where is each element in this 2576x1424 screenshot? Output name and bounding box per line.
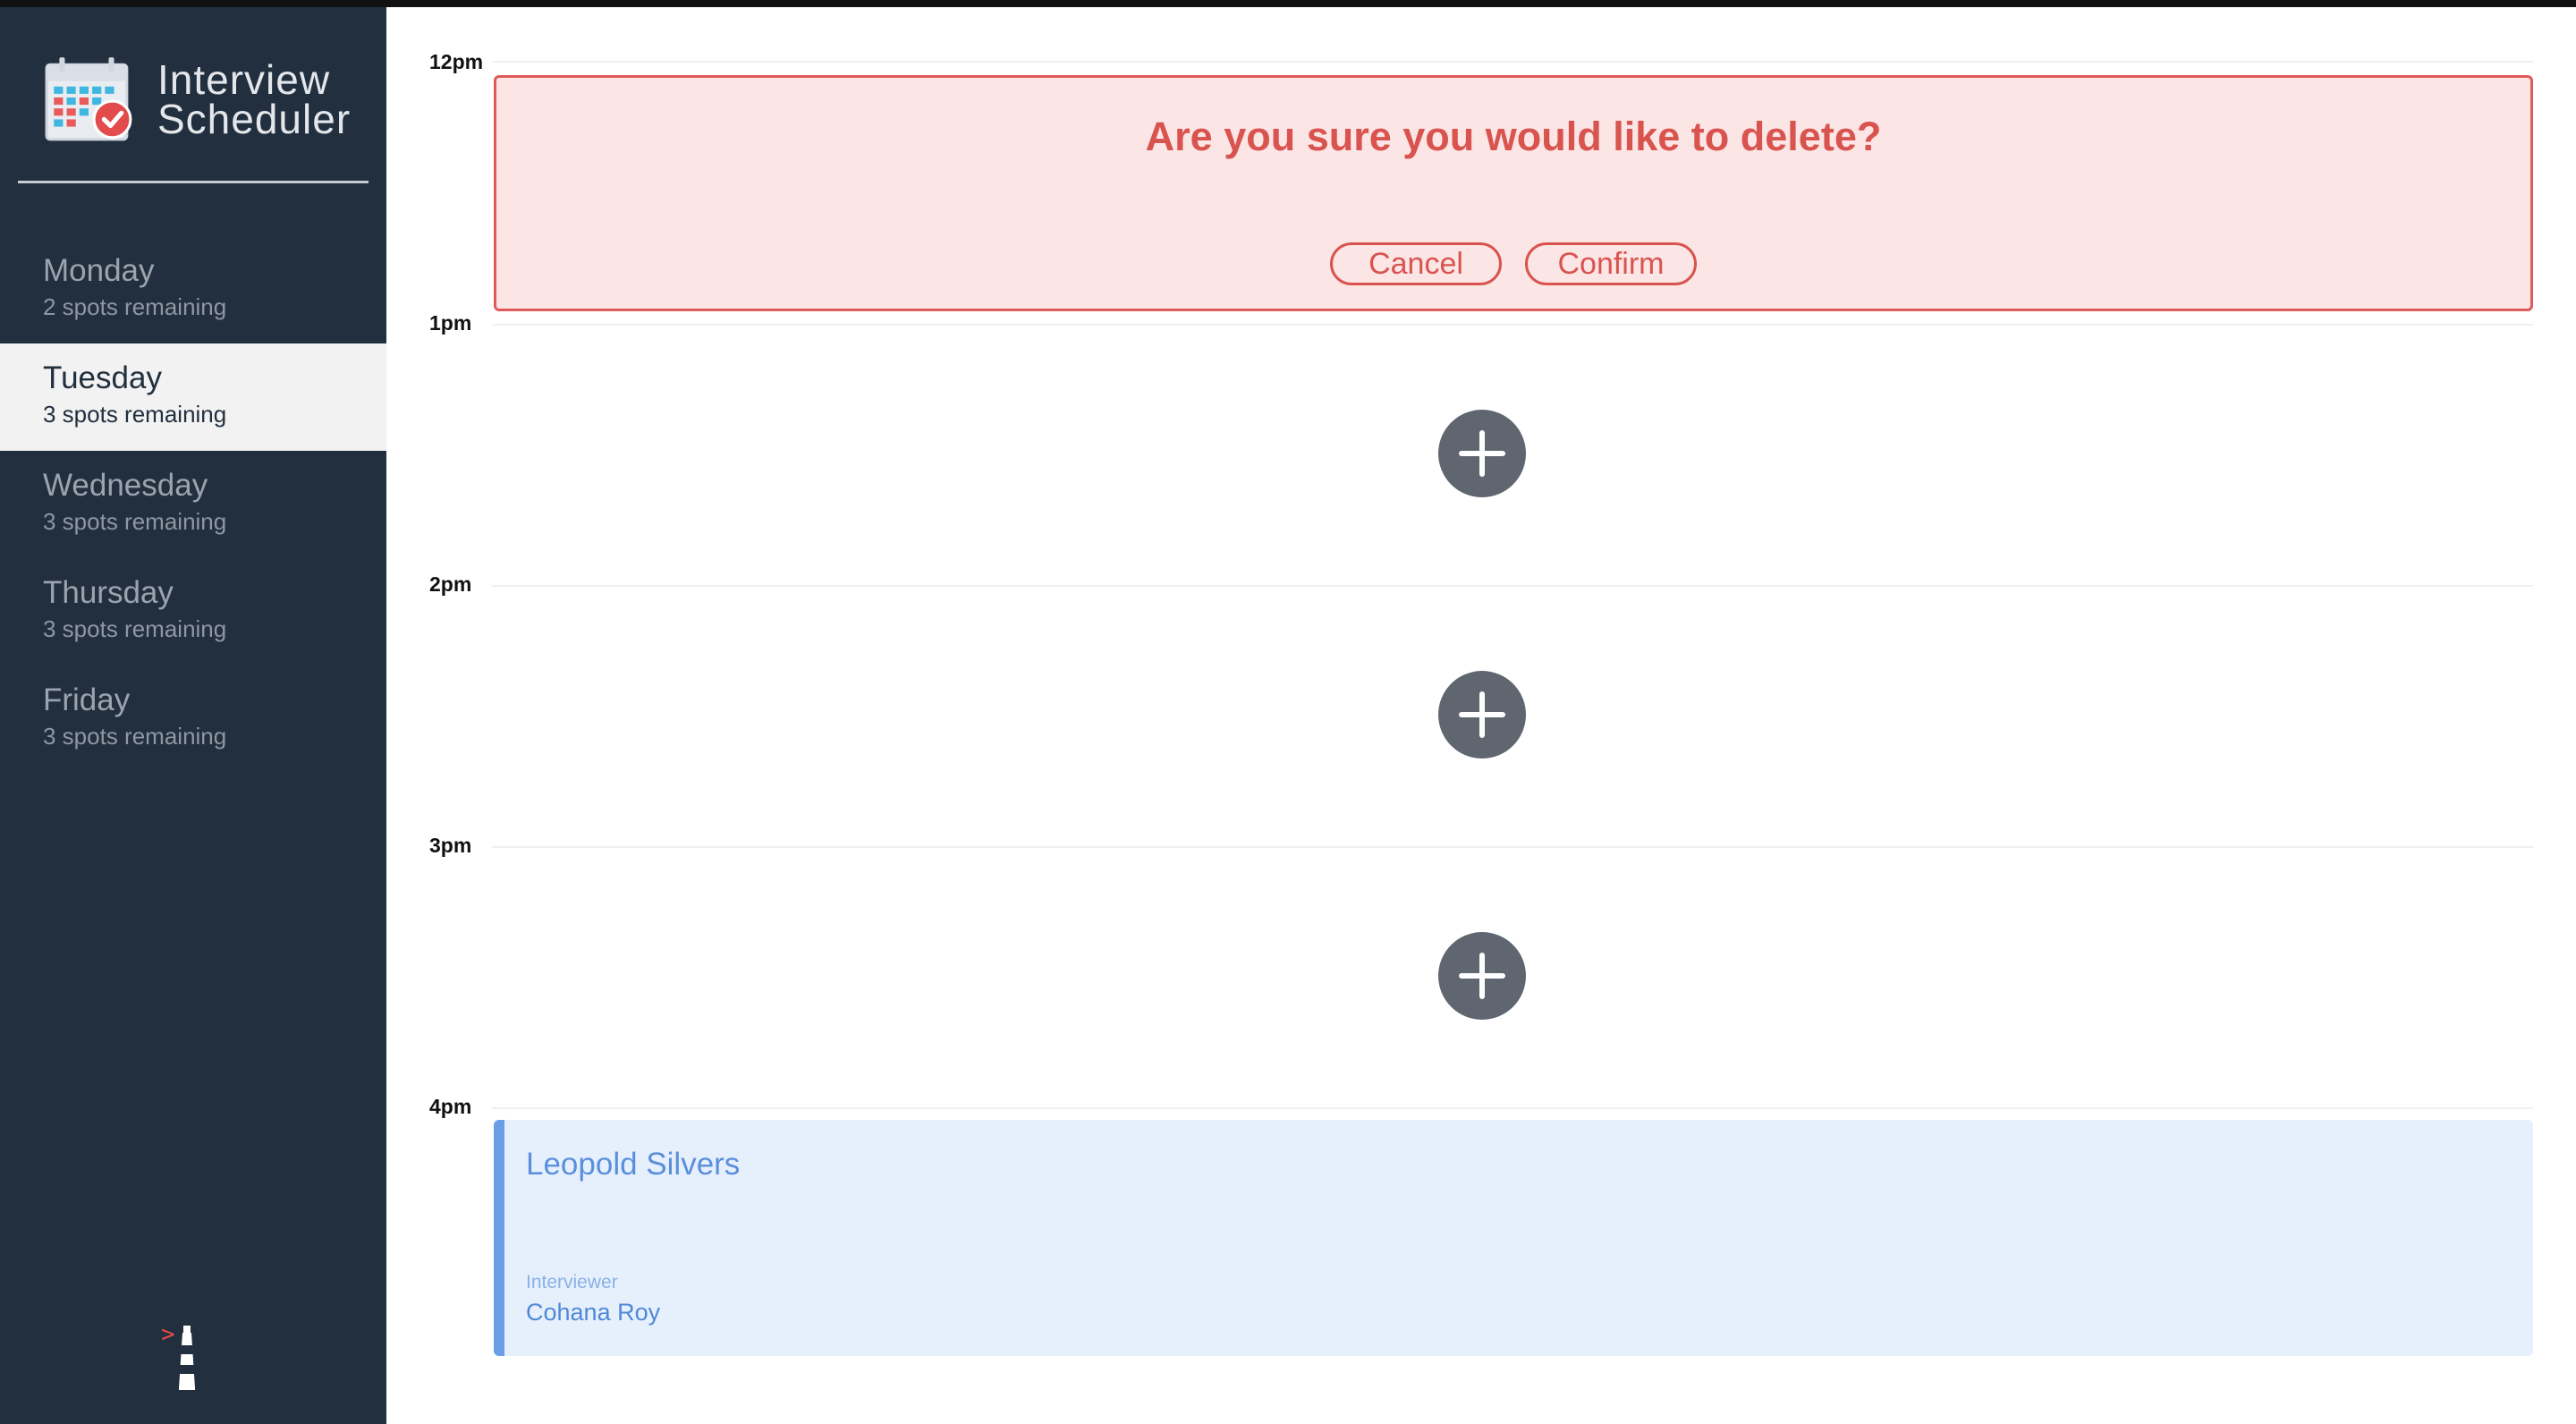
day-name: Monday <box>43 253 155 288</box>
plus-icon <box>1459 953 1505 999</box>
confirm-message: Are you sure you would like to delete? <box>1145 114 1882 159</box>
sidebar-divider <box>18 181 369 183</box>
day-item-thursday[interactable]: Thursday 3 spots remaining <box>0 558 386 665</box>
time-label: 3pm <box>429 834 472 857</box>
app-logo: Interview Scheduler <box>43 54 351 145</box>
svg-text:>: > <box>161 1321 175 1348</box>
time-label: 1pm <box>429 311 472 335</box>
day-spots: 3 spots remaining <box>43 615 227 642</box>
day-name: Friday <box>43 682 131 717</box>
day-item-friday[interactable]: Friday 3 spots remaining <box>0 665 386 773</box>
day-name: Tuesday <box>43 360 162 395</box>
add-appointment-button-3pm[interactable] <box>1438 932 1526 1020</box>
confirm-button[interactable]: Confirm <box>1525 242 1697 285</box>
day-spots: 3 spots remaining <box>43 508 227 535</box>
day-spots: 2 spots remaining <box>43 293 227 320</box>
student-name: Leopold Silvers <box>526 1147 741 1182</box>
day-spots: 3 spots remaining <box>43 401 227 428</box>
day-spots: 3 spots remaining <box>43 723 227 750</box>
time-label: 12pm <box>429 50 484 73</box>
delete-confirmation: Are you sure you would like to delete? C… <box>494 75 2533 311</box>
cancel-button[interactable]: Cancel <box>1330 242 1502 285</box>
confirm-actions: Cancel Confirm <box>496 242 2530 285</box>
plus-icon <box>1459 691 1505 738</box>
slot-divider <box>492 585 2533 587</box>
add-appointment-button-2pm[interactable] <box>1438 671 1526 759</box>
app-title: Interview Scheduler <box>157 56 352 142</box>
top-bar <box>0 0 2576 7</box>
add-appointment-button-1pm[interactable] <box>1438 410 1526 497</box>
sidebar: Interview Scheduler Monday 2 spots remai… <box>0 7 386 1424</box>
day-name: Wednesday <box>43 468 208 503</box>
day-item-tuesday[interactable]: Tuesday 3 spots remaining <box>0 343 386 451</box>
time-label: 2pm <box>429 572 472 596</box>
day-name: Thursday <box>43 575 174 610</box>
slot-divider <box>492 61 2533 63</box>
app-title-line2: Scheduler <box>157 96 352 142</box>
day-item-monday[interactable]: Monday 2 spots remaining <box>0 236 386 343</box>
slot-divider <box>492 846 2533 848</box>
plus-icon <box>1459 430 1505 477</box>
slot-divider <box>492 324 2533 326</box>
day-item-wednesday[interactable]: Wednesday 3 spots remaining <box>0 451 386 558</box>
schedule: 12pm Are you sure you would like to dele… <box>386 7 2576 1424</box>
interviewer-label: Interviewer <box>526 1272 618 1293</box>
time-label: 4pm <box>429 1095 472 1118</box>
day-list: Monday 2 spots remaining Tuesday 3 spots… <box>0 236 386 773</box>
calendar-check-icon <box>45 57 132 141</box>
interviewer-name: Cohana Roy <box>526 1299 661 1326</box>
lighthouse-icon: > <box>161 1321 195 1390</box>
slot-divider <box>492 1107 2533 1109</box>
appointment-card[interactable]: Leopold Silvers Interviewer Cohana Roy <box>494 1120 2533 1356</box>
app-title-line1: Interview <box>157 56 331 103</box>
